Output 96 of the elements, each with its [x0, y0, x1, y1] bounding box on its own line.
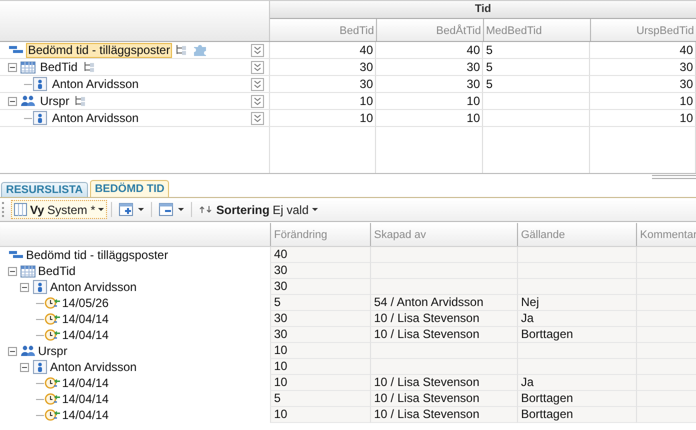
- tree-item[interactable]: 14/05/26: [62, 296, 109, 310]
- hierarchy-icon[interactable]: [74, 94, 86, 108]
- sort-icon: [199, 205, 214, 214]
- table-cell: 40: [270, 247, 370, 263]
- person-icon: [32, 360, 48, 374]
- clock-icon: [44, 392, 60, 406]
- table-cell: 5: [270, 391, 370, 407]
- clock-icon: [44, 408, 60, 422]
- table-cell: 40: [466, 43, 480, 57]
- table-cell: 54 / Anton Arvidsson: [370, 295, 517, 311]
- collapse-icon[interactable]: [8, 62, 17, 72]
- menu-button[interactable]: [251, 44, 264, 56]
- table-cell: 30: [270, 311, 370, 327]
- table-cell: Ja: [517, 375, 636, 391]
- table-cell: 10: [680, 94, 693, 108]
- view-dropdown[interactable]: Vy System *: [11, 200, 108, 219]
- tree-item[interactable]: BedTid: [38, 264, 76, 278]
- people-icon: [20, 344, 36, 358]
- tree-item[interactable]: Bedömd tid - tilläggsposter: [26, 248, 168, 262]
- clock-icon: [44, 296, 60, 310]
- tree-item[interactable]: Anton Arvidsson: [50, 110, 141, 126]
- table-cell: 10: [360, 94, 373, 108]
- clock-icon: [44, 376, 60, 390]
- tab[interactable]: RESURSLISTA: [1, 182, 88, 197]
- table-cell: 30: [680, 60, 693, 74]
- table-cell: 5: [270, 295, 370, 311]
- menu-button[interactable]: [251, 112, 264, 124]
- collapse-icon[interactable]: [20, 282, 29, 292]
- tree-item[interactable]: Bedömd tid - tilläggsposter: [26, 42, 172, 58]
- table-icon: [20, 60, 36, 74]
- splitter-handle[interactable]: [652, 175, 696, 179]
- people-icon: [20, 94, 36, 108]
- table-icon: [20, 264, 36, 278]
- tree-item[interactable]: 14/04/14: [62, 328, 109, 342]
- table-cell: Ja: [517, 311, 636, 327]
- tree-item[interactable]: Anton Arvidsson: [50, 76, 141, 92]
- collapse-icon[interactable]: [8, 266, 17, 276]
- table-cell: 30: [360, 77, 373, 91]
- table-cell: 5: [486, 43, 493, 57]
- table-cell: 30: [680, 77, 693, 91]
- table-cell: 10: [270, 375, 370, 391]
- tree-item[interactable]: 14/04/14: [62, 376, 109, 390]
- table-cell: 10: [360, 111, 373, 125]
- table-cell: Nej: [517, 295, 636, 311]
- table-cell: 30: [270, 327, 370, 343]
- table-cell: Borttagen: [517, 327, 636, 343]
- table-cell: 10: [270, 407, 370, 423]
- person-icon: [32, 77, 48, 91]
- table-cell: 5: [486, 60, 493, 74]
- table-cell: 10 / Lisa Stevenson: [370, 391, 517, 407]
- table-cell: 10: [270, 343, 370, 359]
- table-cell: 10 / Lisa Stevenson: [370, 311, 517, 327]
- tree-item[interactable]: Urspr: [38, 344, 68, 358]
- table-cell: Borttagen: [517, 407, 636, 423]
- tree-item[interactable]: Urspr: [38, 94, 72, 108]
- sort-dropdown[interactable]: Sortering Ej vald: [196, 200, 321, 219]
- hierarchy-icon[interactable]: [175, 44, 188, 56]
- group-header: Tid: [270, 1, 696, 19]
- table-cell: 30: [270, 279, 370, 295]
- table-cell: Borttagen: [517, 391, 636, 407]
- table-cell: 30: [360, 60, 373, 74]
- table-cell: 10 / Lisa Stevenson: [370, 327, 517, 343]
- columns-icon: [14, 203, 27, 216]
- tree-item[interactable]: Anton Arvidsson: [50, 280, 137, 294]
- tree-item[interactable]: 14/04/14: [62, 312, 109, 326]
- table-cell: 10 / Lisa Stevenson: [370, 407, 517, 423]
- table-cell: 40: [680, 43, 693, 57]
- collapse-icon[interactable]: [8, 96, 17, 106]
- remove-column-icon: [159, 203, 176, 216]
- table-cell: [636, 247, 696, 263]
- tree-item[interactable]: 14/04/14: [62, 408, 109, 422]
- table-cell: 30: [466, 60, 480, 74]
- table-cell: 10: [466, 94, 480, 108]
- table-cell: 5: [486, 77, 493, 91]
- person-icon: [32, 280, 48, 294]
- table-cell: 10: [466, 111, 480, 125]
- menu-button[interactable]: [251, 60, 264, 74]
- collapse-icon[interactable]: [8, 346, 17, 356]
- hierarchy-icon[interactable]: [82, 60, 95, 74]
- menu-button[interactable]: [251, 94, 264, 108]
- menu-button[interactable]: [251, 78, 264, 90]
- person-icon: [32, 111, 48, 125]
- tab[interactable]: BEDÖMD TID: [90, 180, 170, 197]
- table-cell: 40: [360, 43, 373, 57]
- add-column-icon: [119, 203, 136, 216]
- table-cell: 10: [680, 111, 693, 125]
- clock-icon: [44, 312, 60, 326]
- tree-item[interactable]: 14/04/14: [62, 392, 109, 406]
- table-cell: 30: [270, 263, 370, 279]
- tree-item[interactable]: Anton Arvidsson: [50, 360, 137, 374]
- table-cell: 10 / Lisa Stevenson: [370, 375, 517, 391]
- table-cell: 10: [270, 359, 370, 375]
- table-cell: 30: [466, 77, 480, 91]
- tree-item[interactable]: BedTid: [38, 60, 80, 74]
- clock-icon: [44, 328, 60, 342]
- collapse-icon[interactable]: [20, 362, 29, 372]
